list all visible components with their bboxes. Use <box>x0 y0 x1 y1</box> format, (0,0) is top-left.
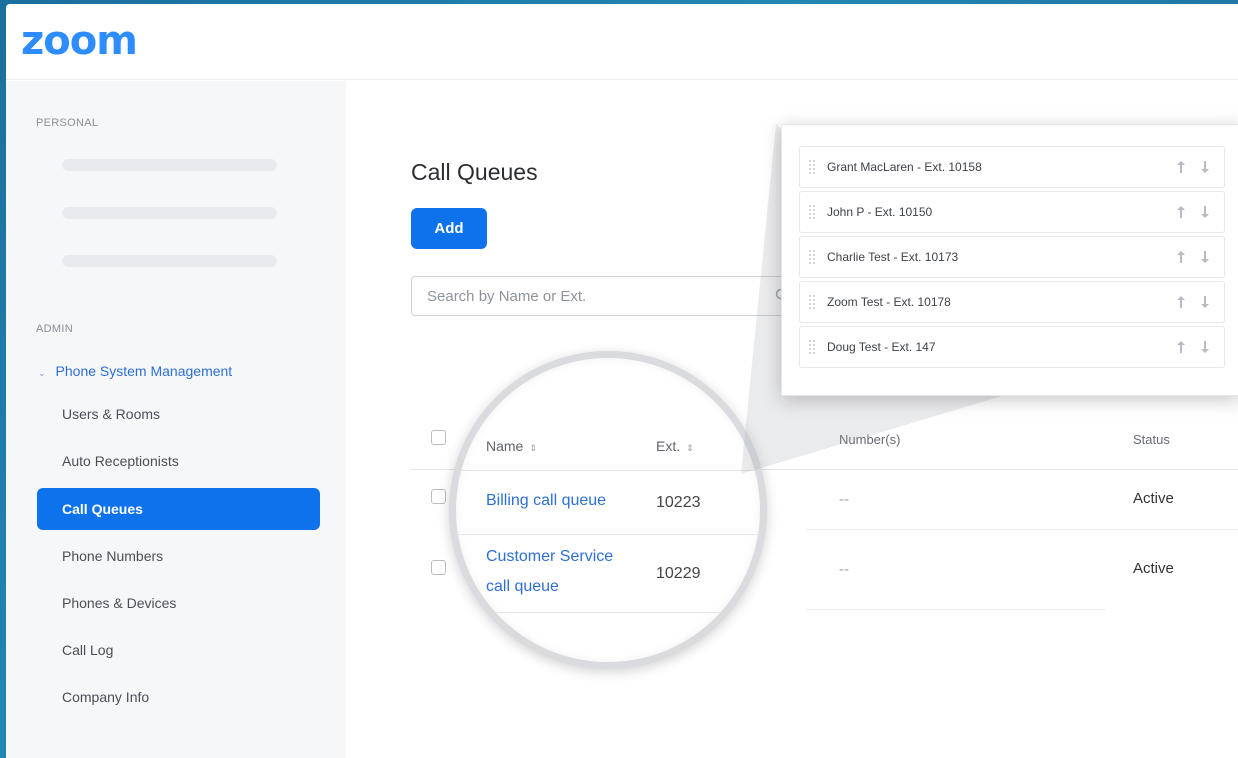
row-1-numbers: -- <box>839 491 849 508</box>
search-input[interactable] <box>412 277 742 315</box>
row-2-status: Active <box>1133 560 1174 577</box>
column-header-name-label: Name <box>486 438 524 454</box>
member-label: Grant MacLaren - Ext. 10158 <box>827 160 982 174</box>
row-divider <box>806 529 1238 530</box>
move-up-icon[interactable] <box>1176 160 1186 174</box>
row-1-checkbox[interactable] <box>431 489 446 504</box>
member-row[interactable]: Doug Test - Ext. 147 <box>799 326 1225 368</box>
row-divider <box>456 612 760 613</box>
sort-icon[interactable]: ⇕ <box>686 443 694 453</box>
add-button[interactable]: Add <box>411 208 487 249</box>
zoom-logo[interactable]: zoom <box>21 18 138 64</box>
drag-handle-icon[interactable] <box>808 339 816 357</box>
magnifier-lens: Name ⇕ Ext. ⇕ Billing call queue 10223 Cus… <box>449 351 767 669</box>
sidebar-item-users-rooms[interactable]: Users & Rooms <box>37 393 320 435</box>
column-header-numbers[interactable]: Number(s) <box>839 432 900 447</box>
row-divider <box>456 534 760 535</box>
personal-section-label: PERSONAL <box>36 117 99 129</box>
drag-handle-icon[interactable] <box>808 204 816 222</box>
column-header-status[interactable]: Status <box>1133 432 1170 447</box>
row-2-checkbox[interactable] <box>431 560 446 575</box>
member-label: John P - Ext. 10150 <box>827 205 933 219</box>
sidebar-item-call-log[interactable]: Call Log <box>37 629 320 671</box>
sort-icon[interactable]: ⇕ <box>529 443 537 453</box>
member-label: Zoom Test - Ext. 10178 <box>827 295 951 309</box>
sidebar-parent-label: Phone System Management <box>55 363 233 379</box>
move-down-icon[interactable] <box>1200 160 1210 174</box>
sidebar: PERSONAL ADMIN ⌄ Phone System Management … <box>6 81 346 758</box>
sidebar-item-call-queues[interactable]: Call Queues <box>37 488 320 530</box>
sidebar-item-phone-system-management[interactable]: ⌄ Phone System Management <box>38 363 232 379</box>
move-down-icon[interactable] <box>1200 205 1210 219</box>
column-header-ext[interactable]: Ext. ⇕ <box>656 438 694 454</box>
column-header-ext-label: Ext. <box>656 438 681 454</box>
drag-handle-icon[interactable] <box>808 249 816 267</box>
page-title: Call Queues <box>411 159 538 185</box>
member-row[interactable]: Charlie Test - Ext. 10173 <box>799 236 1225 278</box>
row-1-name-link[interactable]: Billing call queue <box>486 486 606 516</box>
row-1-ext: 10223 <box>656 494 701 511</box>
sidebar-item-company-info[interactable]: Company Info <box>37 676 320 718</box>
row-2-name-link-line2[interactable]: call queue <box>486 572 559 602</box>
admin-section-label: ADMIN <box>36 323 73 335</box>
personal-item-placeholder <box>62 159 277 171</box>
search-box[interactable] <box>411 276 796 316</box>
row-2-name-link-line1[interactable]: Customer Service <box>486 542 613 572</box>
column-header-name[interactable]: Name ⇕ <box>486 438 537 454</box>
table-header-divider <box>456 470 760 471</box>
member-label: Charlie Test - Ext. 10173 <box>827 250 959 264</box>
app-window: zoom PERSONAL ADMIN ⌄ Phone System Manage… <box>6 4 1238 758</box>
move-down-icon[interactable] <box>1200 295 1210 309</box>
member-row[interactable]: John P - Ext. 10150 <box>799 191 1225 233</box>
drag-handle-icon[interactable] <box>808 159 816 177</box>
move-up-icon[interactable] <box>1176 295 1186 309</box>
select-all-checkbox[interactable] <box>431 430 446 445</box>
move-up-icon[interactable] <box>1176 340 1186 354</box>
member-row[interactable]: Grant MacLaren - Ext. 10158 <box>799 146 1225 188</box>
row-1-status: Active <box>1133 490 1174 507</box>
row-2-ext: 10229 <box>656 565 701 582</box>
top-bar: zoom <box>6 4 1238 80</box>
move-down-icon[interactable] <box>1200 340 1210 354</box>
move-up-icon[interactable] <box>1176 250 1186 264</box>
sidebar-item-phones-devices[interactable]: Phones & Devices <box>37 582 320 624</box>
queue-members-popup: Grant MacLaren - Ext. 10158 John P - Ext… <box>781 124 1238 396</box>
personal-item-placeholder <box>62 255 277 267</box>
personal-item-placeholder <box>62 207 277 219</box>
move-up-icon[interactable] <box>1176 205 1186 219</box>
member-row[interactable]: Zoom Test - Ext. 10178 <box>799 281 1225 323</box>
sidebar-item-phone-numbers[interactable]: Phone Numbers <box>37 535 320 577</box>
row-2-numbers: -- <box>839 561 849 578</box>
chevron-down-icon: ⌄ <box>38 368 46 378</box>
drag-handle-icon[interactable] <box>808 294 816 312</box>
move-down-icon[interactable] <box>1200 250 1210 264</box>
row-divider <box>806 609 1106 610</box>
sidebar-item-auto-receptionists[interactable]: Auto Receptionists <box>37 440 320 482</box>
member-label: Doug Test - Ext. 147 <box>827 340 936 354</box>
